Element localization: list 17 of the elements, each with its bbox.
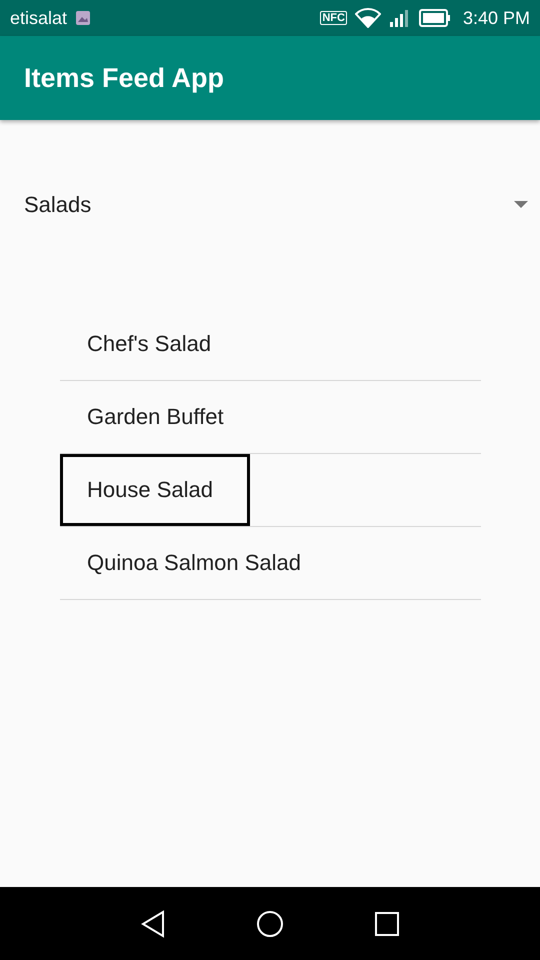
wifi-icon [354, 8, 381, 28]
dropdown-arrow-icon [514, 201, 528, 209]
list-item[interactable]: Garden Buffet [60, 381, 251, 453]
signal-icon [388, 8, 411, 28]
carrier-name: etisalat [10, 8, 68, 28]
list-item[interactable]: Chef's Salad [60, 308, 238, 380]
list-item[interactable]: House Salad [60, 454, 250, 526]
battery-icon [418, 9, 451, 27]
category-dropdown[interactable]: Salads [24, 188, 528, 222]
list-item[interactable]: Quinoa Salmon Salad [60, 527, 328, 599]
nfc-indicator: NFC [320, 11, 347, 25]
gallery-icon [75, 10, 92, 26]
app-title: Items Feed App [24, 62, 224, 94]
back-icon[interactable] [140, 910, 166, 938]
recents-icon[interactable] [374, 910, 400, 936]
clock: 3:40 PM [462, 8, 530, 28]
home-icon[interactable] [256, 910, 284, 938]
